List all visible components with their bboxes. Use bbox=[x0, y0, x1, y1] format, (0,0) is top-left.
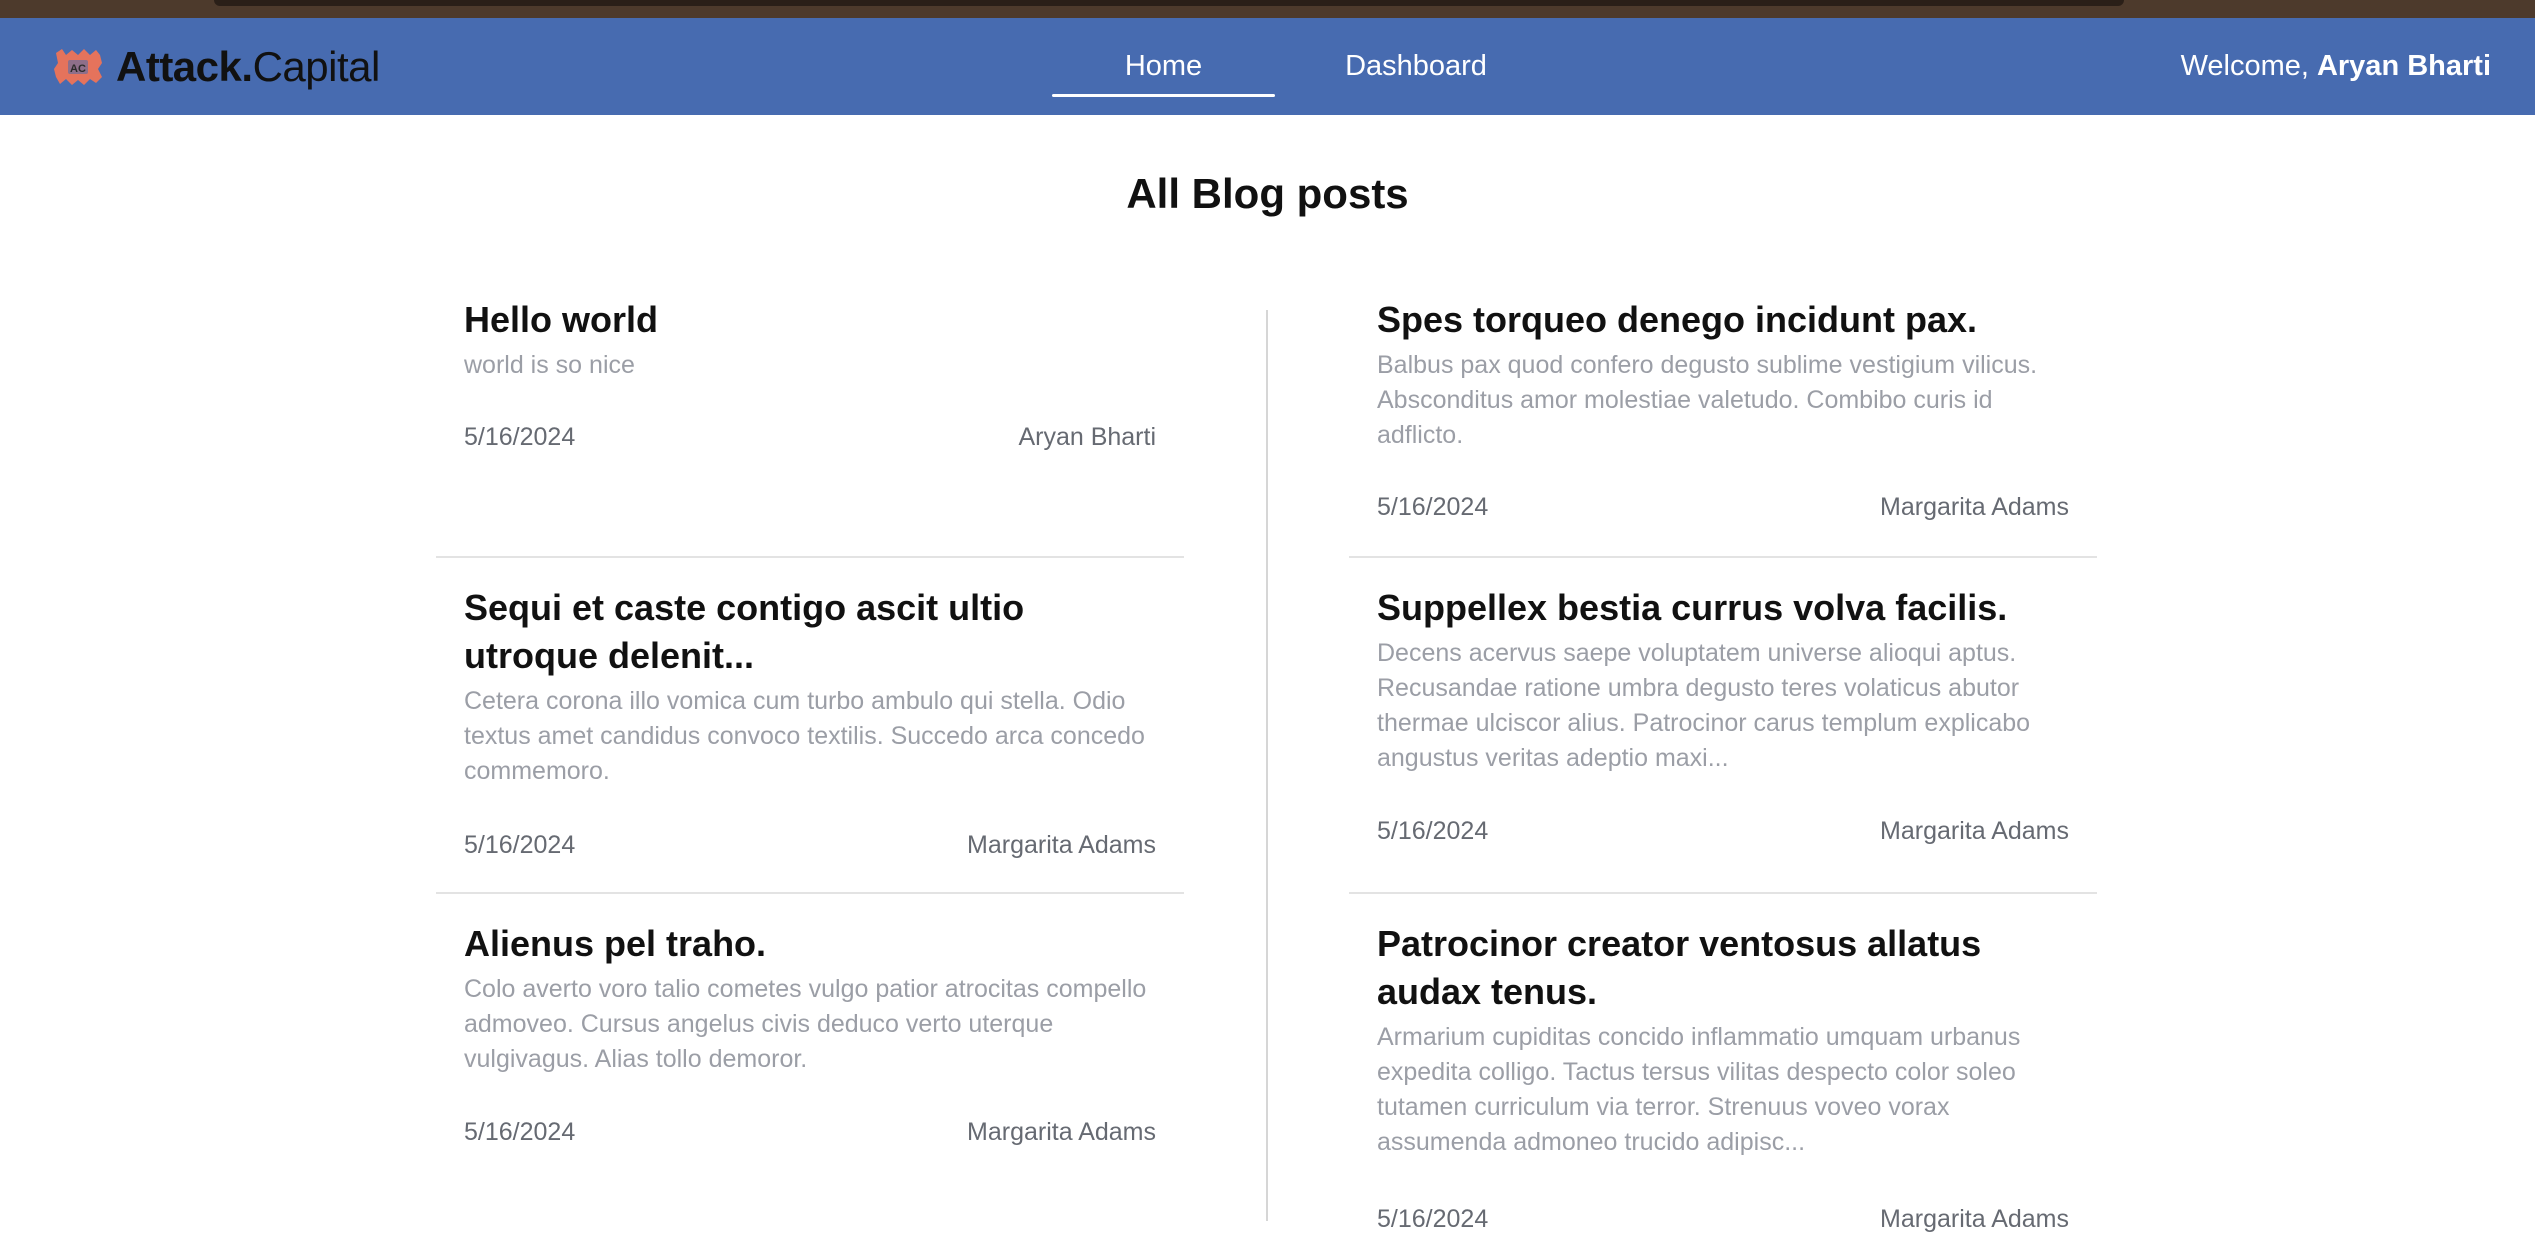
post-date: 5/16/2024 bbox=[464, 831, 576, 859]
browser-tab-edge bbox=[214, 0, 2124, 6]
post-date: 5/16/2024 bbox=[464, 1118, 576, 1146]
post-date: 5/16/2024 bbox=[1377, 1205, 1489, 1233]
post-divider bbox=[1349, 892, 2097, 894]
post-excerpt: Cetera corona illo vomica cum turbo ambu… bbox=[464, 687, 1145, 785]
post-meta: 5/16/2024 Margarita Adams bbox=[464, 1118, 1156, 1147]
blog-post-card[interactable]: Sequi et caste contigo ascit ultio utroq… bbox=[436, 584, 1184, 894]
post-meta: 5/16/2024 Margarita Adams bbox=[1377, 493, 2069, 522]
post-divider bbox=[436, 892, 1184, 894]
navbar: AC Attack.Capital Home Dashboard Welcome… bbox=[0, 18, 2535, 115]
post-meta: 5/16/2024 Aryan Bharti bbox=[464, 423, 1156, 452]
post-meta: 5/16/2024 Margarita Adams bbox=[1377, 1205, 2069, 1234]
post-excerpt: Decens acervus saepe voluptatem universe… bbox=[1377, 639, 2031, 772]
post-author: Margarita Adams bbox=[1880, 1205, 2069, 1233]
post-excerpt: world is so nice bbox=[464, 351, 635, 379]
welcome-greeting: Welcome, bbox=[2180, 50, 2309, 82]
blog-post-card[interactable]: Hello world world is so nice 5/16/2024 A… bbox=[436, 296, 1184, 558]
column-divider bbox=[1266, 310, 1268, 1221]
brand-logo[interactable]: AC Attack.Capital bbox=[52, 42, 380, 92]
post-author: Margarita Adams bbox=[1880, 493, 2069, 521]
post-divider bbox=[436, 556, 1184, 558]
post-excerpt: Balbus pax quod confero degusto sublime … bbox=[1377, 351, 2038, 449]
post-title[interactable]: Spes torqueo denego incidunt pax. bbox=[1377, 296, 2069, 344]
post-title[interactable]: Suppellex bestia currus volva facilis. bbox=[1377, 584, 2069, 632]
svg-text:AC: AC bbox=[70, 63, 86, 75]
blog-post-card[interactable]: Alienus pel traho. Colo averto voro tali… bbox=[436, 920, 1184, 1150]
post-author: Margarita Adams bbox=[967, 1118, 1156, 1146]
welcome-message: Welcome, Aryan Bharti bbox=[2181, 18, 2491, 115]
post-title[interactable]: Patrocinor creator ventosus allatus auda… bbox=[1377, 920, 2069, 1016]
post-excerpt: Colo averto voro talio cometes vulgo pat… bbox=[464, 975, 1147, 1073]
welcome-user-name: Aryan Bharti bbox=[2316, 50, 2491, 82]
brand-logo-icon: AC bbox=[52, 47, 104, 87]
brand-name-light: Capital bbox=[252, 43, 381, 90]
post-meta: 5/16/2024 Margarita Adams bbox=[1377, 817, 2069, 846]
post-title[interactable]: Hello world bbox=[464, 296, 1156, 344]
post-divider bbox=[1349, 556, 2097, 558]
post-title[interactable]: Alienus pel traho. bbox=[464, 920, 1156, 968]
nav-dashboard-link[interactable]: Dashboard bbox=[1310, 18, 1522, 115]
blog-post-card[interactable]: Patrocinor creator ventosus allatus auda… bbox=[1349, 920, 2097, 1250]
post-author: Aryan Bharti bbox=[1018, 423, 1156, 451]
post-author: Margarita Adams bbox=[967, 831, 1156, 859]
brand-name-bold: Attack. bbox=[116, 43, 253, 90]
post-date: 5/16/2024 bbox=[1377, 817, 1489, 845]
post-title[interactable]: Sequi et caste contigo ascit ultio utroq… bbox=[464, 584, 1156, 680]
blog-post-card[interactable]: Suppellex bestia currus volva facilis. D… bbox=[1349, 584, 2097, 894]
post-excerpt: Armarium cupiditas concido inflammatio u… bbox=[1377, 1023, 2021, 1156]
post-date: 5/16/2024 bbox=[464, 423, 576, 451]
browser-top-strip bbox=[0, 0, 2535, 18]
post-meta: 5/16/2024 Margarita Adams bbox=[464, 831, 1156, 860]
brand-name: Attack.Capital bbox=[116, 43, 380, 91]
nav-home-link[interactable]: Home bbox=[1052, 18, 1275, 115]
post-author: Margarita Adams bbox=[1880, 817, 2069, 845]
post-date: 5/16/2024 bbox=[1377, 493, 1489, 521]
blog-post-card[interactable]: Spes torqueo denego incidunt pax. Balbus… bbox=[1349, 296, 2097, 558]
page-title: All Blog posts bbox=[1126, 170, 1409, 217]
